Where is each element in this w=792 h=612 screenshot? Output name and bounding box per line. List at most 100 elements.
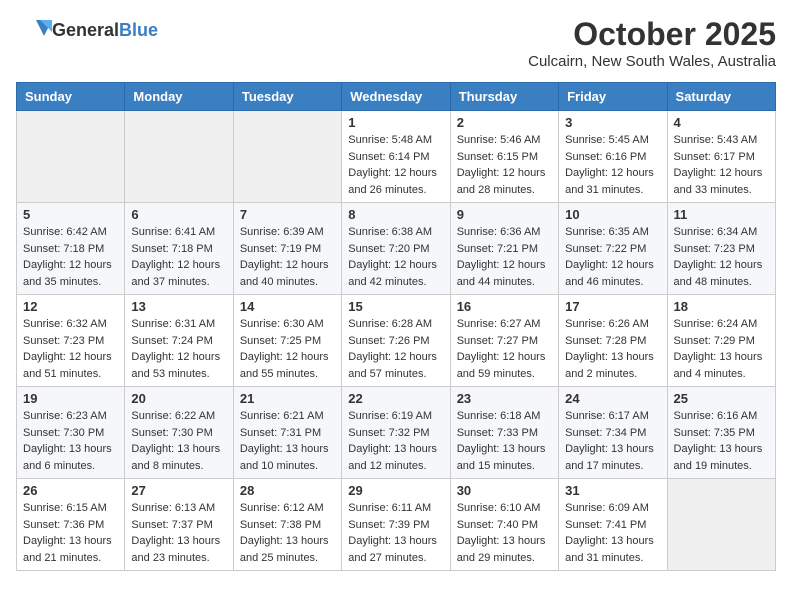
calendar-cell: 16 Sunrise: 6:27 AM Sunset: 7:27 PM Dayli…: [450, 295, 558, 387]
calendar-cell: 11 Sunrise: 6:34 AM Sunset: 7:23 PM Dayli…: [667, 203, 775, 295]
calendar-cell: 8 Sunrise: 6:38 AM Sunset: 7:20 PM Daylig…: [342, 203, 450, 295]
day-info: Sunrise: 6:42 AM Sunset: 7:18 PM Dayligh…: [23, 224, 118, 290]
day-number: 24: [565, 391, 660, 406]
day-number: 19: [23, 391, 118, 406]
day-info: Sunrise: 6:10 AM Sunset: 7:40 PM Dayligh…: [457, 500, 552, 566]
day-number: 9: [457, 207, 552, 222]
day-number: 4: [674, 115, 769, 130]
calendar-cell: [667, 479, 775, 571]
calendar-cell: 9 Sunrise: 6:36 AM Sunset: 7:21 PM Daylig…: [450, 203, 558, 295]
day-number: 23: [457, 391, 552, 406]
day-number: 30: [457, 483, 552, 498]
calendar-cell: 12Sunrise: 6:32 AM Sunset: 7:23 PM Dayli…: [17, 295, 125, 387]
weekday-header-thursday: Thursday: [450, 83, 558, 111]
day-number: 31: [565, 483, 660, 498]
logo: GeneralBlue: [16, 16, 158, 44]
day-info: Sunrise: 6:30 AM Sunset: 7:25 PM Dayligh…: [240, 316, 335, 382]
calendar-cell: 23Sunrise: 6:18 AM Sunset: 7:33 PM Dayli…: [450, 387, 558, 479]
day-info: Sunrise: 6:34 AM Sunset: 7:23 PM Dayligh…: [674, 224, 769, 290]
day-number: 18: [674, 299, 769, 314]
calendar-cell: [17, 111, 125, 203]
calendar-cell: [125, 111, 233, 203]
day-number: 29: [348, 483, 443, 498]
logo-text: GeneralBlue: [52, 20, 158, 41]
day-info: Sunrise: 6:36 AM Sunset: 7:21 PM Dayligh…: [457, 224, 552, 290]
day-number: 8: [348, 207, 443, 222]
day-info: Sunrise: 6:38 AM Sunset: 7:20 PM Dayligh…: [348, 224, 443, 290]
day-info: Sunrise: 6:41 AM Sunset: 7:18 PM Dayligh…: [131, 224, 226, 290]
weekday-header-sunday: Sunday: [17, 83, 125, 111]
weekday-header-wednesday: Wednesday: [342, 83, 450, 111]
calendar-cell: 22Sunrise: 6:19 AM Sunset: 7:32 PM Dayli…: [342, 387, 450, 479]
day-number: 25: [674, 391, 769, 406]
weekday-header-monday: Monday: [125, 83, 233, 111]
calendar-week-5: 26 Sunrise: 6:15 AM Sunset: 7:36 PM Dayli…: [17, 479, 776, 571]
day-info: Sunrise: 6:17 AM Sunset: 7:34 PM Dayligh…: [565, 408, 660, 474]
logo-icon: [16, 16, 52, 44]
calendar-cell: 28Sunrise: 6:12 AM Sunset: 7:38 PM Dayli…: [233, 479, 341, 571]
calendar-cell: 14 Sunrise: 6:30 AM Sunset: 7:25 PM Dayli…: [233, 295, 341, 387]
weekday-header-saturday: Saturday: [667, 83, 775, 111]
calendar-cell: 15Sunrise: 6:28 AM Sunset: 7:26 PM Dayli…: [342, 295, 450, 387]
location: Culcairn, New South Wales, Australia: [528, 53, 776, 70]
calendar-week-2: 5 Sunrise: 6:42 AM Sunset: 7:18 PM Daylig…: [17, 203, 776, 295]
day-info: Sunrise: 6:09 AM Sunset: 7:41 PM Dayligh…: [565, 500, 660, 566]
calendar-cell: 10 Sunrise: 6:35 AM Sunset: 7:22 PM Dayli…: [559, 203, 667, 295]
day-info: Sunrise: 6:15 AM Sunset: 7:36 PM Dayligh…: [23, 500, 118, 566]
page-header: GeneralBlue October 2025 Culcairn, New S…: [16, 16, 776, 70]
day-info: Sunrise: 6:22 AM Sunset: 7:30 PM Dayligh…: [131, 408, 226, 474]
day-info: Sunrise: 6:13 AM Sunset: 7:37 PM Dayligh…: [131, 500, 226, 566]
calendar-week-3: 12Sunrise: 6:32 AM Sunset: 7:23 PM Dayli…: [17, 295, 776, 387]
calendar-cell: 27Sunrise: 6:13 AM Sunset: 7:37 PM Dayli…: [125, 479, 233, 571]
day-info: Sunrise: 6:31 AM Sunset: 7:24 PM Dayligh…: [131, 316, 226, 382]
day-number: 26: [23, 483, 118, 498]
day-info: Sunrise: 6:28 AM Sunset: 7:26 PM Dayligh…: [348, 316, 443, 382]
weekday-header-tuesday: Tuesday: [233, 83, 341, 111]
day-info: Sunrise: 6:27 AM Sunset: 7:27 PM Dayligh…: [457, 316, 552, 382]
day-info: Sunrise: 6:16 AM Sunset: 7:35 PM Dayligh…: [674, 408, 769, 474]
day-number: 6: [131, 207, 226, 222]
calendar-cell: 17 Sunrise: 6:26 AM Sunset: 7:28 PM Dayli…: [559, 295, 667, 387]
day-number: 3: [565, 115, 660, 130]
calendar-cell: 1 Sunrise: 5:48 AM Sunset: 6:14 PM Daylig…: [342, 111, 450, 203]
calendar-cell: 26 Sunrise: 6:15 AM Sunset: 7:36 PM Dayli…: [17, 479, 125, 571]
day-info: Sunrise: 5:46 AM Sunset: 6:15 PM Dayligh…: [457, 132, 552, 198]
day-number: 7: [240, 207, 335, 222]
calendar-cell: 4 Sunrise: 5:43 AM Sunset: 6:17 PM Daylig…: [667, 111, 775, 203]
calendar-cell: 19 Sunrise: 6:23 AM Sunset: 7:30 PM Dayli…: [17, 387, 125, 479]
calendar-week-4: 19 Sunrise: 6:23 AM Sunset: 7:30 PM Dayli…: [17, 387, 776, 479]
day-number: 20: [131, 391, 226, 406]
day-info: Sunrise: 5:43 AM Sunset: 6:17 PM Dayligh…: [674, 132, 769, 198]
day-number: 11: [674, 207, 769, 222]
day-number: 2: [457, 115, 552, 130]
day-info: Sunrise: 5:45 AM Sunset: 6:16 PM Dayligh…: [565, 132, 660, 198]
day-info: Sunrise: 6:35 AM Sunset: 7:22 PM Dayligh…: [565, 224, 660, 290]
day-number: 1: [348, 115, 443, 130]
calendar-cell: 2 Sunrise: 5:46 AM Sunset: 6:15 PM Daylig…: [450, 111, 558, 203]
day-info: Sunrise: 5:48 AM Sunset: 6:14 PM Dayligh…: [348, 132, 443, 198]
day-info: Sunrise: 6:21 AM Sunset: 7:31 PM Dayligh…: [240, 408, 335, 474]
calendar-cell: 18 Sunrise: 6:24 AM Sunset: 7:29 PM Dayli…: [667, 295, 775, 387]
day-number: 5: [23, 207, 118, 222]
day-number: 16: [457, 299, 552, 314]
calendar-cell: 25 Sunrise: 6:16 AM Sunset: 7:35 PM Dayli…: [667, 387, 775, 479]
calendar-cell: [233, 111, 341, 203]
day-info: Sunrise: 6:11 AM Sunset: 7:39 PM Dayligh…: [348, 500, 443, 566]
calendar-cell: 31 Sunrise: 6:09 AM Sunset: 7:41 PM Dayli…: [559, 479, 667, 571]
day-number: 10: [565, 207, 660, 222]
day-info: Sunrise: 6:24 AM Sunset: 7:29 PM Dayligh…: [674, 316, 769, 382]
day-info: Sunrise: 6:19 AM Sunset: 7:32 PM Dayligh…: [348, 408, 443, 474]
calendar-week-1: 1 Sunrise: 5:48 AM Sunset: 6:14 PM Daylig…: [17, 111, 776, 203]
day-info: Sunrise: 6:23 AM Sunset: 7:30 PM Dayligh…: [23, 408, 118, 474]
calendar-cell: 20 Sunrise: 6:22 AM Sunset: 7:30 PM Dayli…: [125, 387, 233, 479]
day-number: 28: [240, 483, 335, 498]
day-info: Sunrise: 6:32 AM Sunset: 7:23 PM Dayligh…: [23, 316, 118, 382]
calendar-cell: 24 Sunrise: 6:17 AM Sunset: 7:34 PM Dayli…: [559, 387, 667, 479]
day-number: 17: [565, 299, 660, 314]
day-number: 14: [240, 299, 335, 314]
day-info: Sunrise: 6:26 AM Sunset: 7:28 PM Dayligh…: [565, 316, 660, 382]
calendar-cell: 6 Sunrise: 6:41 AM Sunset: 7:18 PM Daylig…: [125, 203, 233, 295]
calendar-cell: 29 Sunrise: 6:11 AM Sunset: 7:39 PM Dayli…: [342, 479, 450, 571]
calendar-cell: 3 Sunrise: 5:45 AM Sunset: 6:16 PM Daylig…: [559, 111, 667, 203]
calendar-table: SundayMondayTuesdayWednesdayThursdayFrid…: [16, 82, 776, 571]
